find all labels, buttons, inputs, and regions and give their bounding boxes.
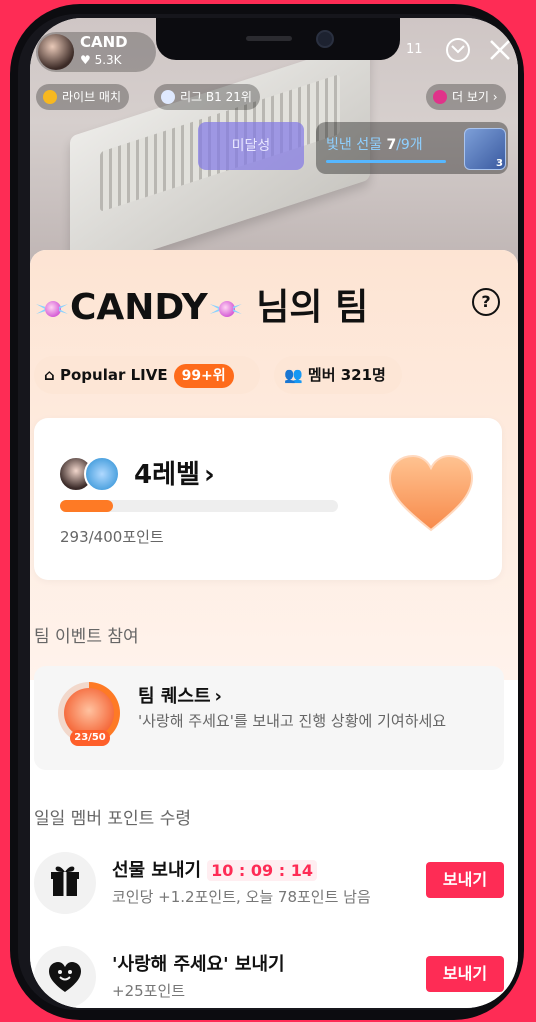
team-name: CANDY — [70, 287, 208, 328]
status-chips: 라이브 매치 리그 B1 21위 더 보기 › — [36, 84, 512, 112]
level-text: 4레벨 — [134, 460, 200, 490]
chevron-right-icon: › — [203, 460, 215, 490]
events-section-title: 팀 이벤트 참여 — [34, 627, 139, 647]
quest-title-text: 팀 퀘스트 — [138, 686, 211, 707]
gift-icon — [34, 852, 96, 914]
gift-progress-total: /9개 — [396, 137, 423, 153]
help-button[interactable]: ? — [472, 288, 500, 316]
league-chip[interactable]: 리그 B1 21위 — [154, 84, 260, 110]
host-likes-count: 5.3K — [94, 53, 122, 67]
host-likes: ♥ 5.3K — [80, 53, 122, 67]
avatar — [84, 456, 120, 492]
level-card[interactable]: 4레벨 › 293/400포인트 — [34, 418, 502, 580]
league-label: 리그 B1 21위 — [180, 90, 252, 104]
daily-gift-title: 선물 보내기 10 : 09 : 14 — [112, 856, 317, 882]
host-name: CAND — [80, 33, 128, 51]
daily-row-gift: 선물 보내기 10 : 09 : 14 코인당 +1.2포인트, 오늘 78포인트… — [34, 852, 506, 916]
gift-progress-current: 7 — [386, 137, 397, 153]
viewer-count[interactable]: 11 — [406, 42, 423, 57]
level-progress-fill — [60, 500, 113, 512]
gift-progress-label: 빛낸 선물 7/9개 — [326, 134, 423, 154]
daily-gift-title-text: 선물 보내기 — [112, 860, 202, 881]
candy-icon — [36, 298, 68, 320]
gift-box-icon[interactable]: 3 — [464, 128, 506, 170]
team-sheet: CANDY 님의 팀 ? ⌂ Popular LIVE 99+위 👥 멤버 321… — [30, 250, 518, 1008]
daily-row-love: '사랑해 주세요' 보내기 +25포인트 보내기 — [34, 946, 506, 1008]
candy-icon — [433, 90, 447, 104]
daily-gift-subtitle: 코인당 +1.2포인트, 오늘 78포인트 남음 — [112, 888, 371, 906]
rank-badge: 99+위 — [173, 364, 234, 388]
avatar[interactable] — [38, 34, 74, 70]
gift-progress-bar — [326, 160, 446, 163]
send-love-button[interactable]: 보내기 — [426, 956, 504, 992]
candy-icon — [210, 298, 242, 320]
daily-section-title: 일일 멤버 포인트 수령 — [34, 809, 191, 829]
chevron-down-icon — [451, 45, 465, 54]
team-quest-card[interactable]: 23/50 팀 퀘스트 › '사랑해 주세요'를 보내고 진행 상황에 기여하세요 — [34, 666, 504, 770]
collapse-button[interactable] — [446, 38, 470, 62]
members-badge[interactable]: 👥 멤버 321명 — [274, 356, 402, 394]
heart-face-icon — [34, 946, 96, 1008]
daily-love-subtitle: +25포인트 — [112, 982, 186, 1000]
team-title: CANDY 님의 팀 — [34, 278, 368, 330]
send-gift-button[interactable]: 보내기 — [426, 862, 504, 898]
heart-icon — [388, 454, 474, 532]
level-label[interactable]: 4레벨 › — [134, 454, 215, 491]
close-icon — [490, 40, 510, 60]
popular-live-badge[interactable]: ⌂ Popular LIVE 99+위 — [34, 356, 260, 394]
match-icon — [43, 90, 57, 104]
diamond-icon — [161, 90, 175, 104]
host-info[interactable]: CAND ♥ 5.3K — [36, 32, 156, 72]
building-icon: ⌂ — [44, 366, 55, 384]
gift-icon-svg — [51, 866, 79, 896]
heart-face-icon-svg — [49, 962, 81, 992]
gift-progress-title: 빛낸 선물 — [326, 137, 382, 153]
live-match-label: 라이브 매치 — [62, 90, 122, 104]
quest-progress-count: 23/50 — [70, 730, 110, 746]
team-suffix: 님의 팀 — [256, 287, 369, 328]
more-chip[interactable]: 더 보기 › — [426, 84, 506, 110]
countdown-timer: 10 : 09 : 14 — [207, 860, 317, 881]
top-bar: CAND ♥ 5.3K 11 — [36, 32, 512, 76]
gift-box-count: 3 — [496, 158, 503, 169]
quest-description: '사랑해 주세요'를 보내고 진행 상황에 기여하세요 — [138, 712, 447, 730]
members-icon: 👥 — [284, 366, 303, 384]
members-label: 멤버 321명 — [307, 366, 386, 384]
level-progress-track — [60, 500, 338, 512]
popular-label: Popular LIVE — [59, 366, 168, 384]
more-label: 더 보기 › — [452, 90, 498, 104]
chevron-right-icon: › — [214, 686, 222, 707]
quest-title[interactable]: 팀 퀘스트 › — [138, 682, 222, 708]
live-match-chip[interactable]: 라이브 매치 — [36, 84, 130, 110]
gift-progress-widget[interactable]: 빛낸 선물 7/9개 3 — [316, 122, 508, 174]
close-button[interactable] — [488, 38, 512, 62]
screen: CAND ♥ 5.3K 11 라이브 매치 리그 B1 21위 더 보기 › 미… — [30, 18, 518, 1008]
unmet-status-button[interactable]: 미달성 — [198, 122, 304, 170]
points-text: 293/400포인트 — [60, 528, 164, 546]
daily-love-title: '사랑해 주세요' 보내기 — [112, 954, 285, 975]
